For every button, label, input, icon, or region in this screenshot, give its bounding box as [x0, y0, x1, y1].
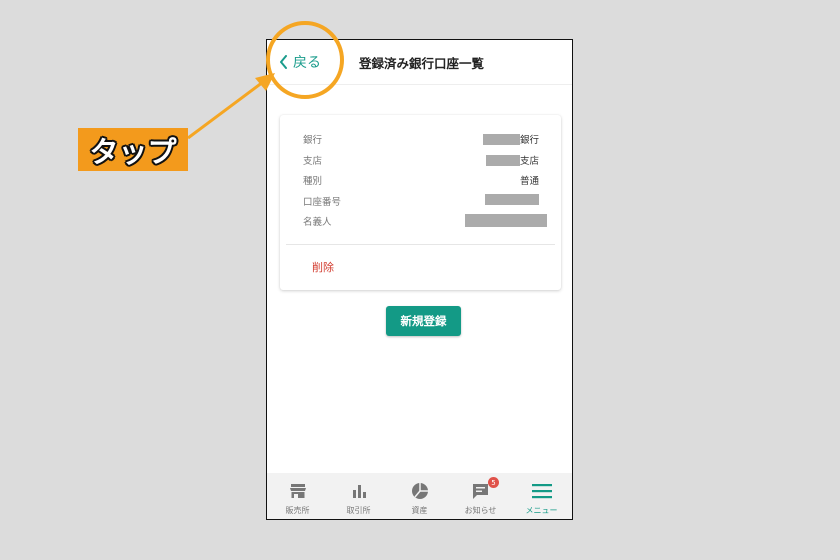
- callout-label: タップ: [89, 134, 177, 169]
- chevron-left-icon: [280, 55, 287, 69]
- page-title: 登録済み銀行口座一覧: [359, 56, 485, 71]
- tab-exchange[interactable]: 取引所: [328, 473, 389, 519]
- bottom-tab-bar: 販売所 取引所 資産 5 お知らせ メニュー: [267, 473, 572, 519]
- tap-callout: タップ: [78, 128, 188, 171]
- bank-row: 銀行 銀行: [303, 132, 539, 146]
- tab-assets[interactable]: 資産: [389, 473, 450, 519]
- holder-label: 名義人: [303, 217, 332, 228]
- bank-suffix: 銀行: [519, 135, 539, 146]
- annotation-arrow: [187, 80, 264, 140]
- tab-menu[interactable]: メニュー: [511, 473, 572, 519]
- redacted-holder-name: [465, 214, 547, 227]
- bank-label: 銀行: [303, 135, 323, 146]
- account-number-row: 口座番号: [303, 194, 539, 208]
- type-label: 種別: [303, 176, 323, 187]
- type-row: 種別 普通: [303, 173, 539, 187]
- bank-account-card: 銀行 銀行 支店 支店 種別 普通 口座番号 名義人 削除: [280, 115, 561, 290]
- tab-label: お知らせ: [464, 506, 497, 515]
- branch-suffix: 支店: [519, 156, 539, 167]
- tab-label: 販売所: [285, 506, 310, 515]
- tab-label: メニュー: [525, 506, 558, 515]
- redacted-branch-name: [485, 154, 520, 166]
- type-value: 普通: [519, 176, 539, 187]
- pie-chart-icon: [411, 483, 428, 499]
- tab-notifications[interactable]: 5 お知らせ: [450, 473, 511, 519]
- notification-badge: 5: [488, 477, 499, 488]
- menu-icon: [531, 484, 552, 499]
- back-button[interactable]: 戻る: [279, 51, 321, 73]
- branch-row: 支店 支店: [303, 153, 539, 167]
- bar-chart-icon: [352, 485, 366, 498]
- chat-icon: [473, 483, 488, 499]
- phone-screen: 戻る 登録済み銀行口座一覧 銀行 銀行 支店 支店 種別 普通 口座番号 名義人…: [266, 39, 573, 520]
- delete-button[interactable]: 削除: [312, 259, 334, 275]
- store-icon: [289, 484, 306, 498]
- tab-label: 資産: [411, 506, 428, 515]
- holder-row: 名義人: [303, 214, 547, 228]
- register-button[interactable]: 新規登録: [386, 306, 461, 336]
- tab-store[interactable]: 販売所: [267, 473, 328, 519]
- branch-label: 支店: [303, 156, 323, 167]
- back-label: 戻る: [293, 55, 321, 71]
- account-number-label: 口座番号: [303, 197, 342, 208]
- redacted-bank-name: [482, 133, 520, 145]
- redacted-account-number: [485, 194, 539, 205]
- app-header: 戻る 登録済み銀行口座一覧: [267, 40, 572, 85]
- tab-label: 取引所: [346, 506, 371, 515]
- divider: [286, 244, 555, 245]
